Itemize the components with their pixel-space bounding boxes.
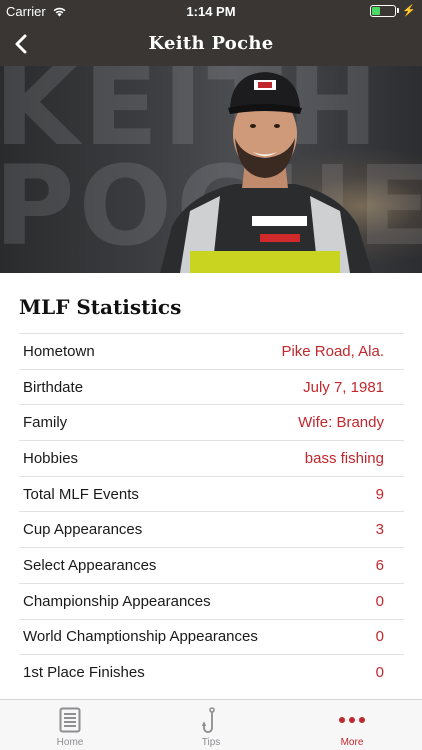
stat-row-cup-appearances: Cup Appearances 3 [19, 511, 404, 547]
stat-row-hometown: Hometown Pike Road, Ala. [19, 333, 404, 369]
stat-row-championship-appearances: Championship Appearances 0 [19, 582, 404, 619]
battery-icon [370, 4, 397, 17]
stat-label: Total MLF Events [23, 485, 139, 503]
stat-label: Select Appearances [23, 556, 157, 574]
stat-label: 1st Place Finishes [23, 664, 145, 682]
tab-tips[interactable]: Tips [141, 700, 281, 750]
chevron-left-icon [15, 34, 27, 54]
stat-value: Pike Road, Ala. [281, 342, 384, 360]
stat-value: 3 [375, 521, 384, 539]
battery-level [372, 6, 380, 15]
stat-row-total-events: Total MLF Events 9 [19, 475, 404, 512]
stat-row-family: Family Wife: Brandy [19, 404, 404, 440]
section-title: MLF Statistics [19, 295, 182, 319]
document-icon [59, 707, 81, 733]
stat-value: 0 [375, 628, 384, 646]
tab-more[interactable]: More [282, 700, 422, 750]
fish-hook-icon [202, 707, 215, 733]
stat-row-hobbies: Hobbies bass fishing [19, 440, 404, 476]
stat-label: World Champtionship Appearances [23, 628, 258, 646]
stat-value: July 7, 1981 [303, 378, 384, 396]
tab-home[interactable]: Home [0, 700, 140, 750]
nav-bar: Keith Poche [0, 22, 422, 66]
page-title: Keith Poche [148, 33, 274, 54]
stats-section: MLF Statistics Hometown Pike Road, Ala. … [0, 273, 422, 699]
tab-label: Tips [201, 737, 221, 748]
stat-row-first-place-finishes: 1st Place Finishes 0 [19, 654, 404, 690]
stats-list: Hometown Pike Road, Ala. Birthdate July … [19, 333, 404, 690]
hero-image: KEITHPOCHE [0, 66, 422, 273]
stat-label: Championship Appearances [23, 592, 211, 610]
stat-label: Cup Appearances [23, 521, 143, 539]
stat-value: 9 [375, 485, 384, 503]
stat-label: Hometown [23, 342, 95, 360]
tab-label: More [340, 737, 364, 748]
stat-value: Wife: Brandy [298, 414, 384, 432]
stat-value: 0 [375, 664, 384, 682]
stat-value: 6 [375, 556, 384, 574]
stat-label: Birthdate [23, 378, 84, 396]
stat-row-select-appearances: Select Appearances 6 [19, 547, 404, 583]
more-dots-icon [339, 717, 365, 723]
stat-row-birthdate: Birthdate July 7, 1981 [19, 368, 404, 405]
back-button[interactable] [8, 29, 38, 59]
stat-row-world-championship-appearances: World Champtionship Appearances 0 [19, 618, 404, 655]
stat-label: Hobbies [23, 449, 79, 467]
stat-value: bass fishing [304, 449, 384, 467]
stat-label: Family [23, 414, 68, 432]
tab-bar: Home Tips More [0, 699, 422, 750]
angler-portrait [160, 72, 372, 273]
status-right: ⚡ [370, 4, 416, 17]
charging-icon: ⚡ [402, 5, 416, 17]
stat-value: 0 [375, 592, 384, 610]
status-bar: Carrier 1:14 PM ⚡ [0, 0, 422, 22]
battery-cap [397, 8, 400, 13]
tab-label: Home [56, 737, 84, 748]
status-time: 1:14 PM [186, 4, 236, 19]
